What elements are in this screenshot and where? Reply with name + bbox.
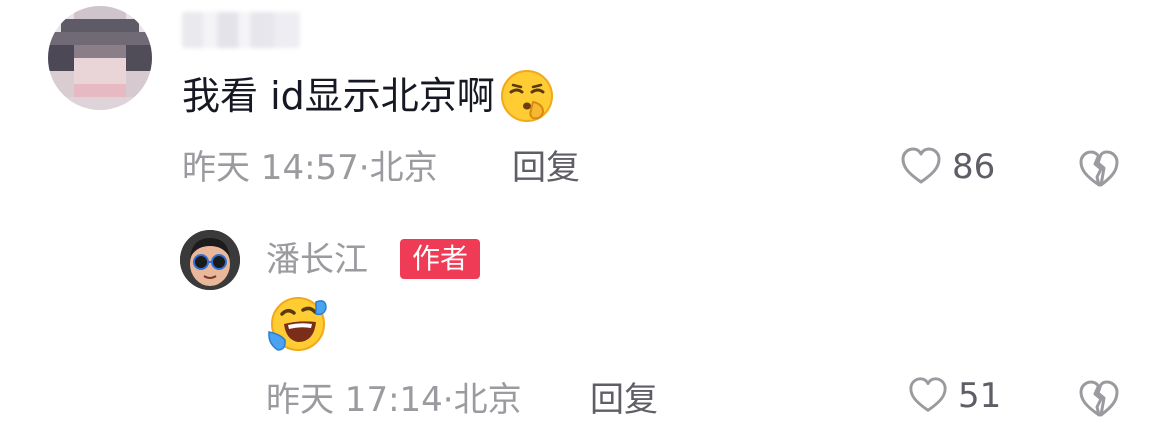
dislike-broken-heart-icon[interactable] — [1078, 378, 1120, 420]
heart-outline-icon — [901, 147, 941, 184]
heart-outline-icon — [909, 377, 947, 412]
author-name[interactable]: 潘长江 — [266, 240, 368, 280]
commenter-username-blurred[interactable] — [182, 12, 300, 48]
comment-body: 我看 id显示北京啊 — [182, 68, 555, 124]
laughing-crying-emoji — [268, 297, 327, 351]
like-button[interactable]: 86 — [900, 146, 995, 188]
like-button[interactable]: 51 — [908, 376, 1001, 416]
like-count: 86 — [952, 147, 996, 187]
reply-button[interactable]: 回复 — [512, 148, 580, 188]
reply-button[interactable]: 回复 — [590, 380, 658, 420]
author-badge: 作者 — [400, 239, 481, 279]
comment-text: 我看 id显示北京啊 — [182, 74, 495, 118]
comment-timestamp-location: 昨天 14:57·北京 — [182, 148, 438, 188]
smirking-pouting-emoji — [500, 70, 553, 122]
dislike-broken-heart-icon[interactable] — [1078, 148, 1120, 190]
like-count: 51 — [958, 376, 1002, 416]
author-avatar[interactable] — [180, 230, 240, 290]
commenter-avatar[interactable] — [48, 6, 152, 110]
reply-timestamp-location: 昨天 17:14·北京 — [266, 380, 522, 420]
